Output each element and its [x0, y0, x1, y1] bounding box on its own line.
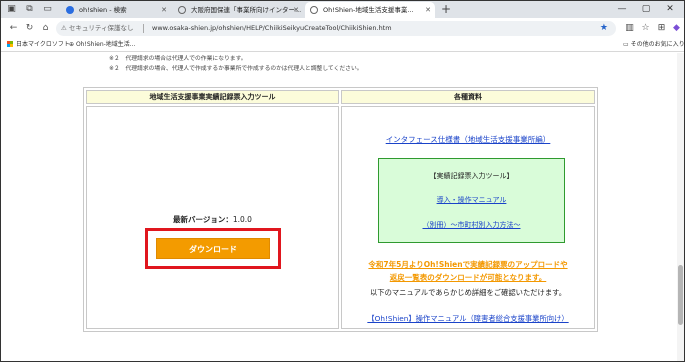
download-highlight-frame: ダウンロード	[145, 228, 281, 269]
right-column-header: 各種資料	[341, 90, 595, 104]
address-toolbar: ← ↻ ⌂ ⚠ セキュリティ保護なし www.osaka-shien.jp/oh…	[1, 18, 684, 39]
other-favorites[interactable]: ▭ その他のお気に入り	[623, 39, 685, 51]
globe-icon	[310, 6, 318, 14]
favorite-label: Oh!Shien-地域生活...	[75, 41, 136, 48]
workspaces-icon[interactable]: ▣	[5, 3, 18, 16]
notice-line: 令和7年5月よりOh!Shienで実績記録票のアップロードや	[368, 260, 568, 269]
close-icon[interactable]: ✕	[293, 2, 299, 18]
collections-icon[interactable]: ⊞	[655, 22, 668, 35]
box-title: 【実績記録票入力ツール】	[429, 172, 514, 180]
left-column-body: 最新バージョン：1.0.0 ダウンロード	[86, 106, 339, 329]
minimize-icon[interactable]: —	[611, 1, 633, 18]
ohshien-manual-link[interactable]: 【Oh!Shien】操作マニュアル（障害者総合支援事業所向け）	[367, 314, 568, 323]
version-value: 1.0.0	[232, 215, 252, 224]
split-screen-icon[interactable]: ▥	[623, 22, 636, 35]
manual-link[interactable]: 導入・操作マニュアル	[437, 196, 507, 204]
star-icon[interactable]: ★	[600, 21, 608, 36]
security-label: セキュリティ保護なし	[68, 24, 134, 32]
tool-materials-box: 【実績記録票入力ツール】 導入・操作マニュアル （別冊）〜市町村別入力方法〜	[378, 158, 565, 243]
scrollbar-thumb[interactable]	[678, 265, 683, 325]
close-window-icon[interactable]: ✕	[659, 1, 681, 18]
divider	[143, 24, 144, 33]
left-column-header: 地域生活支援事業実績記録票入力ツール	[86, 90, 339, 104]
close-icon[interactable]: ✕	[425, 2, 431, 18]
globe-icon	[178, 6, 186, 14]
maximize-icon[interactable]: ▢	[635, 1, 657, 18]
manual-note: 以下のマニュアルであらかじめ詳細をご確認いただけます。	[370, 288, 566, 297]
tool-table: 地域生活支援事業実績記録票入力ツール 最新バージョン：1.0.0 ダウンロード …	[83, 87, 598, 332]
home-icon[interactable]: ⌂	[39, 22, 52, 35]
favorites-icon[interactable]: ☆	[639, 22, 652, 35]
address-bar[interactable]: ⚠ セキュリティ保護なし www.osaka-shien.jp/ohshien/…	[56, 21, 616, 36]
tab-list-icon[interactable]: ▭	[41, 3, 54, 16]
folder-icon: ▭	[623, 41, 631, 48]
tab-title: oh!shien - 検索	[79, 6, 127, 14]
new-tab-icon[interactable]: +	[441, 2, 451, 17]
download-button[interactable]: ダウンロード	[156, 238, 270, 259]
tab-ohshien[interactable]: Oh!Shien-地域生活支援事業... ✕	[305, 2, 435, 18]
favorite-ohshien[interactable]: ⊕ Oh!Shien-地域生活...	[69, 39, 136, 51]
security-warning[interactable]: ⚠ セキュリティ保護なし	[61, 21, 134, 36]
back-arrow-icon[interactable]: ←	[7, 22, 20, 35]
version-label: 最新バージョン：	[173, 215, 233, 224]
tab-strip: ▣ ⧉ ▭ oh!shien - 検索 ✕ 大阪府国保連「事業所向けインター..…	[1, 1, 684, 18]
tab-search[interactable]: oh!shien - 検索 ✕	[61, 2, 171, 18]
favorite-label: 日本マイクロソフト	[16, 41, 70, 48]
notice-line: 返戻一覧表のダウンロードが可能となります。	[389, 273, 547, 282]
favorite-microsoft[interactable]: 日本マイクロソフト	[7, 39, 70, 51]
right-column-body: インタフェース仕様書（地域生活支援事業所編） 【実績記録票入力ツール】 導入・操…	[341, 106, 595, 329]
latest-version: 最新バージョン：1.0.0	[87, 214, 338, 225]
search-favicon-icon	[66, 6, 74, 14]
tab-title: 大阪府国保連「事業所向けインター...	[191, 6, 302, 14]
close-icon[interactable]: ✕	[161, 2, 167, 18]
tab-actions-icon[interactable]: ⧉	[23, 3, 36, 16]
microsoft-logo-icon	[7, 41, 13, 47]
url-text[interactable]: www.osaka-shien.jp/ohshien/HELP/ChiikiSe…	[152, 21, 392, 36]
refresh-icon[interactable]: ↻	[23, 22, 36, 35]
favorites-bar: 日本マイクロソフト ⊕ Oh!Shien-地域生活... ▭ その他のお気に入り	[1, 39, 685, 52]
vertical-scrollbar[interactable]	[677, 53, 684, 361]
note-line: ※２ 代理請求の場合、代理人で作成するか事業所で作成するのかは代理人と調整してく…	[109, 66, 363, 72]
interface-spec-link[interactable]: インタフェース仕様書（地域生活支援事業所編）	[386, 135, 551, 144]
appendix-link[interactable]: （別冊）〜市町村別入力方法〜	[423, 221, 521, 229]
note-line: ※２ 代理請求の場合は代理人での作業になります。	[109, 56, 247, 62]
page-content: ※２ 代理請求の場合は代理人での作業になります。 ※２ 代理請求の場合、代理人で…	[1, 53, 684, 361]
copilot-icon[interactable]: ◆	[670, 22, 683, 35]
tab-kokuhoren[interactable]: 大阪府国保連「事業所向けインター... ✕	[173, 2, 303, 18]
globe-icon: ⊕	[69, 41, 76, 48]
favorite-label: その他のお気に入り	[630, 41, 685, 48]
tab-title: Oh!Shien-地域生活支援事業...	[323, 6, 414, 14]
